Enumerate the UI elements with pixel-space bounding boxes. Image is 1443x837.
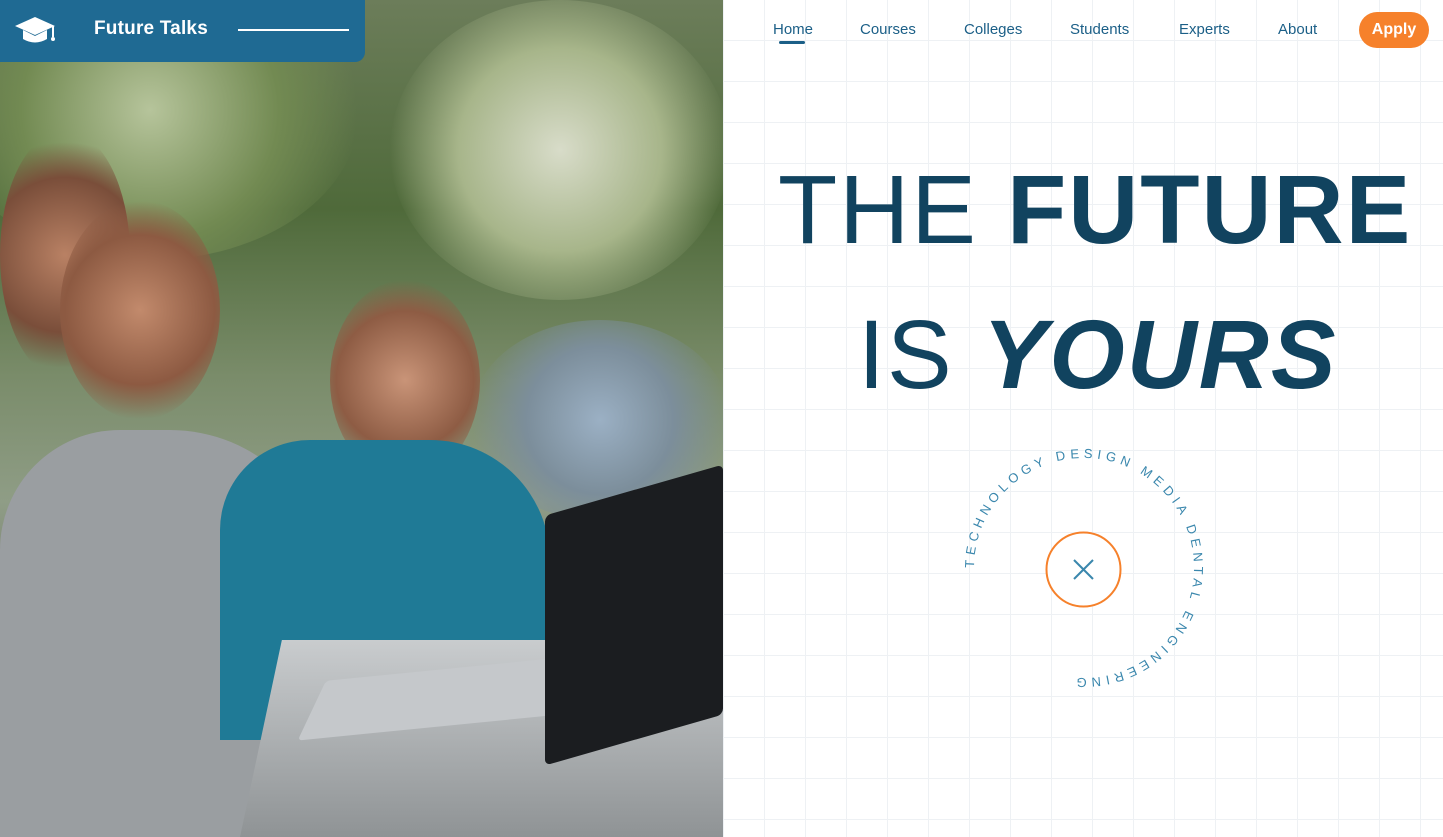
headline-yours: YOURS [982, 300, 1338, 409]
hero-photo [0, 0, 723, 837]
nav-about[interactable]: About [1278, 21, 1317, 38]
graduation-cap-icon[interactable] [13, 14, 57, 48]
nav-home[interactable]: Home [773, 21, 813, 38]
nav-experts[interactable]: Experts [1179, 21, 1230, 38]
nav-courses[interactable]: Courses [860, 21, 916, 38]
apply-button[interactable]: Apply [1359, 12, 1429, 48]
headline-is: IS [858, 300, 954, 409]
brand-divider-line [238, 29, 349, 31]
grid-background [723, 0, 1443, 837]
nav-active-indicator [779, 41, 805, 44]
nav-colleges[interactable]: Colleges [964, 21, 1022, 38]
brand-bar: Future Talks [0, 0, 365, 62]
hero-headline-line2: IS YOURS [858, 305, 1338, 405]
close-icon[interactable] [1045, 531, 1122, 608]
headline-the: THE [778, 155, 978, 264]
brand-name[interactable]: Future Talks [94, 18, 208, 40]
nav-students[interactable]: Students [1070, 21, 1129, 38]
headline-future: FUTURE [1006, 155, 1413, 264]
hero-headline-line1: THE FUTURE [778, 160, 1412, 260]
